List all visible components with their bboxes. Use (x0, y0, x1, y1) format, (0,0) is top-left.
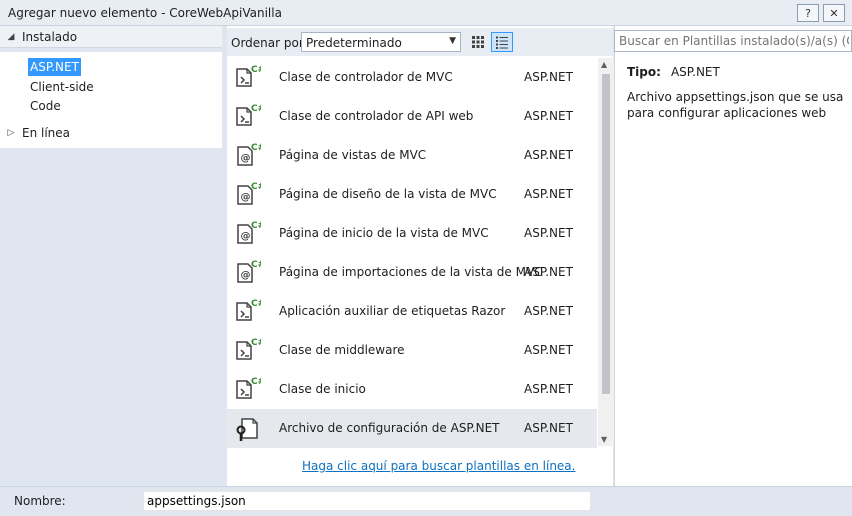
template-category-panel: ◢ Instalado ASP.NET Client-side Code ▷ E… (0, 26, 222, 486)
collapsed-triangle-icon: ▷ (7, 128, 15, 138)
details-type-row: Tipo: ASP.NET (627, 65, 720, 79)
template-row[interactable]: @C# Página de inicio de la vista de MVC AS… (227, 214, 597, 253)
csharp-class-icon: C# (233, 63, 265, 91)
template-name: Clase de inicio (279, 382, 366, 396)
template-name: Clase de controlador de MVC (279, 70, 453, 84)
template-row[interactable]: C# Clase de inicio ASP.NET (227, 370, 597, 409)
sort-dropdown[interactable]: Predeterminado ▼ (301, 32, 461, 52)
template-row[interactable]: @C# Página de diseño de la vista de MVC AS… (227, 175, 597, 214)
template-search-box[interactable] (614, 30, 852, 52)
csharp-class-icon: C# (233, 336, 265, 364)
template-name: Clase de controlador de API web (279, 109, 474, 123)
online-templates-link[interactable]: Haga clic aquí para buscar plantillas en… (302, 459, 575, 473)
template-name: Página de vistas de MVC (279, 148, 427, 162)
template-row[interactable]: @C# Página de vistas de MVC ASP.NET (227, 136, 597, 175)
details-type-value: ASP.NET (670, 65, 720, 79)
grid-view-button[interactable] (467, 32, 489, 52)
template-category: ASP.NET (524, 226, 573, 240)
name-label: Nombre: (14, 494, 66, 508)
template-row[interactable]: C# Clase de controlador de MVC ASP.NET (227, 58, 597, 97)
title-bar: Agregar nuevo elemento - CoreWebApiVanil… (0, 0, 852, 26)
template-row[interactable]: C# Aplicación auxiliar de etiquetas Razor… (227, 292, 597, 331)
svg-text:@: @ (241, 270, 251, 281)
svg-text:C#: C# (251, 182, 261, 192)
svg-text:C#: C# (251, 260, 261, 270)
template-row[interactable]: C# Clase de middleware ASP.NET (227, 331, 597, 370)
svg-text:@: @ (241, 231, 251, 242)
sort-label: Ordenar por: (231, 36, 308, 50)
template-name: Aplicación auxiliar de etiquetas Razor (279, 304, 506, 318)
template-category: ASP.NET (524, 70, 573, 84)
template-category: ASP.NET (524, 304, 573, 318)
template-list: C# Clase de controlador de MVC ASP.NET C# Cl… (227, 58, 597, 448)
scroll-down-arrow-icon[interactable]: ▼ (601, 435, 607, 444)
template-row[interactable]: Archivo de configuración de ASP.NET ASP.N… (227, 409, 597, 448)
expanded-triangle-icon: ◢ (7, 31, 15, 42)
details-description: Archivo appsettings.json que se usa para… (627, 90, 844, 120)
tree-node-installed-label: Instalado (22, 29, 78, 44)
svg-text:C#: C# (251, 143, 261, 153)
tree-node-online-label: En línea (22, 126, 71, 140)
close-button[interactable]: ✕ (823, 4, 845, 22)
list-view-icon (496, 36, 508, 49)
template-category: ASP.NET (524, 148, 573, 162)
svg-text:C#: C# (251, 299, 261, 309)
svg-text:C#: C# (251, 65, 261, 75)
svg-text:C#: C# (251, 104, 261, 114)
csharp-class-icon: C# (233, 297, 265, 325)
dropdown-arrow-icon: ▼ (449, 36, 456, 46)
template-category: ASP.NET (524, 265, 573, 279)
svg-text:C#: C# (251, 377, 261, 387)
template-category: ASP.NET (524, 343, 573, 357)
svg-text:C#: C# (251, 221, 261, 231)
tree-item-client-side[interactable]: Client-side (28, 78, 96, 96)
scroll-up-arrow-icon[interactable]: ▲ (601, 60, 607, 69)
template-category: ASP.NET (524, 109, 573, 123)
template-category: ASP.NET (524, 187, 573, 201)
csharp-class-icon: C# (233, 375, 265, 403)
help-icon: ? (805, 6, 811, 20)
svg-text:C#: C# (251, 338, 261, 348)
razor-page-icon: @C# (233, 258, 265, 286)
template-search-input[interactable] (615, 31, 851, 51)
help-button[interactable]: ? (797, 4, 819, 22)
sort-dropdown-value: Predeterminado (306, 36, 402, 50)
window-title: Agregar nuevo elemento - CoreWebApiVanil… (8, 6, 282, 20)
razor-page-icon: @C# (233, 219, 265, 247)
close-icon: ✕ (829, 6, 839, 20)
template-category: ASP.NET (524, 382, 573, 396)
list-view-button[interactable] (491, 32, 513, 52)
tree-item-code[interactable]: Code (28, 97, 63, 115)
razor-page-icon: @C# (233, 141, 265, 169)
template-name: Clase de middleware (279, 343, 405, 357)
svg-text:@: @ (241, 192, 251, 203)
template-row[interactable]: @C# Página de importaciones de la vista d… (227, 253, 597, 292)
name-input[interactable] (143, 491, 591, 511)
scroll-thumb[interactable] (602, 74, 610, 394)
template-name: Archivo de configuración de ASP.NET (279, 421, 500, 435)
template-name: Página de inicio de la vista de MVC (279, 226, 489, 240)
sort-toolbar: Ordenar por: Predeterminado ▼ (227, 28, 613, 56)
tree-node-installed[interactable]: ◢ Instalado (0, 26, 222, 48)
grid-view-icon (472, 36, 484, 48)
tree-node-online[interactable]: ▷ En línea (0, 122, 222, 144)
template-category: ASP.NET (524, 421, 573, 435)
csharp-class-icon: C# (233, 102, 265, 130)
details-type-label: Tipo: (627, 65, 661, 79)
svg-text:@: @ (241, 153, 251, 164)
template-name: Página de importaciones de la vista de M… (279, 265, 543, 279)
template-row[interactable]: C# Clase de controlador de API web ASP.NET (227, 97, 597, 136)
razor-page-icon: @C# (233, 180, 265, 208)
config-file-icon (233, 414, 261, 442)
template-list-scrollbar[interactable]: ▲ ▼ (598, 58, 614, 446)
template-name: Página de diseño de la vista de MVC (279, 187, 497, 201)
tree-item-aspnet[interactable]: ASP.NET (28, 58, 81, 76)
